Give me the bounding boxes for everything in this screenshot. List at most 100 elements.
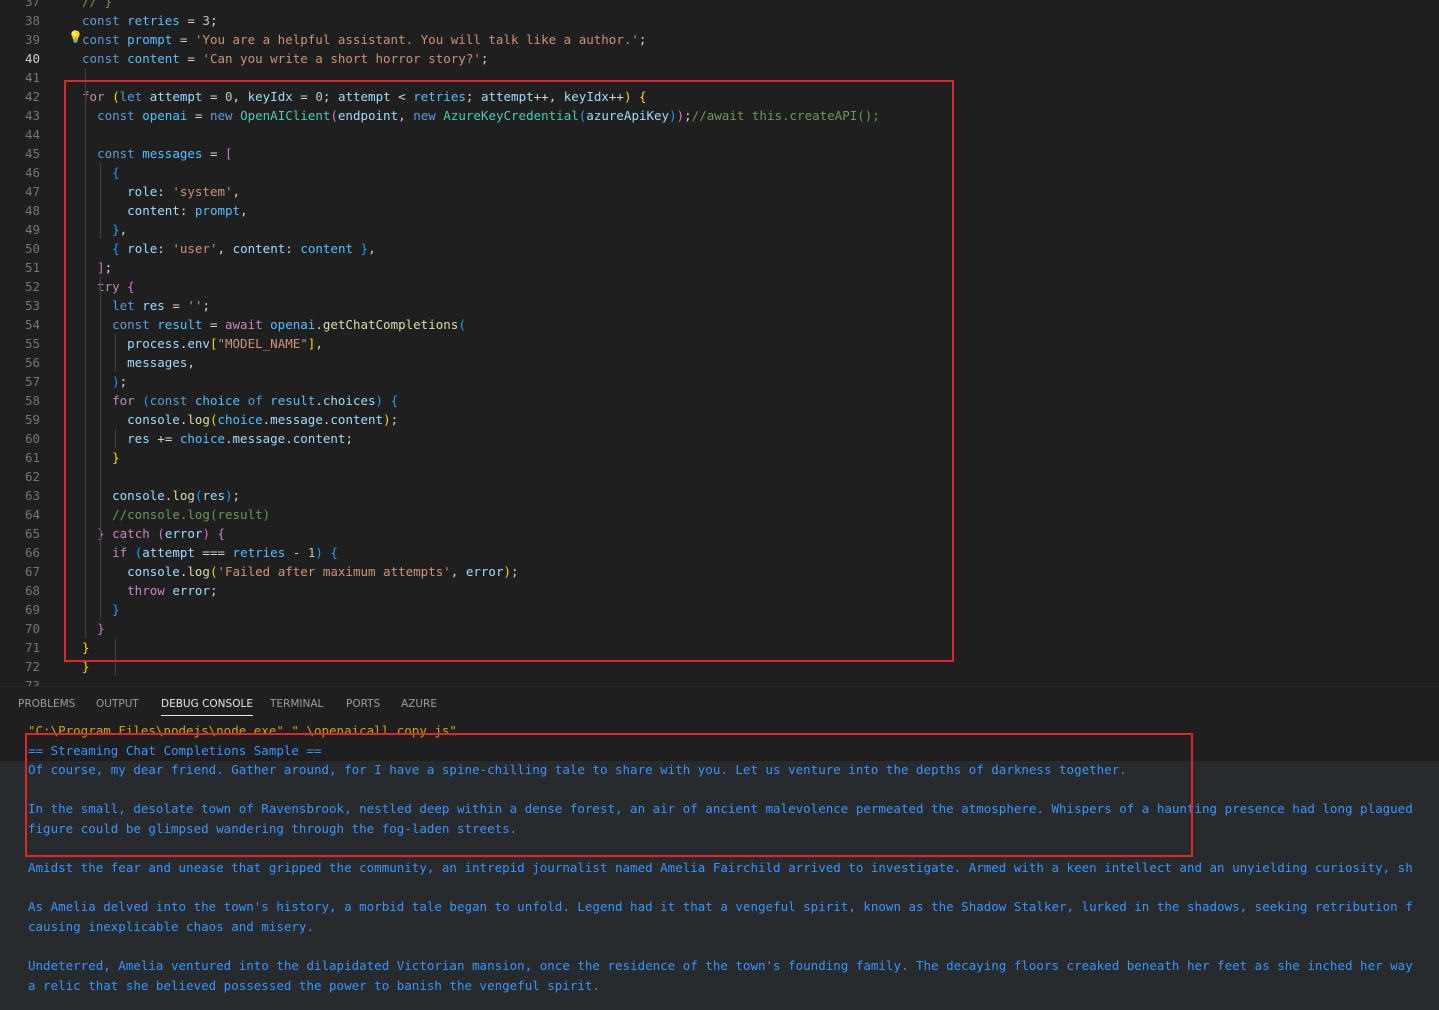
code-line[interactable]: 48 content: prompt, <box>0 201 1439 220</box>
code-token: error <box>164 526 203 541</box>
code-line[interactable]: 54 const result = await openai.getChatCo… <box>0 315 1439 334</box>
tab-problems[interactable]: PROBLEMS <box>18 698 75 710</box>
code-line[interactable]: 70 } <box>0 619 1439 638</box>
tab-debug-console[interactable]: DEBUG CONSOLE <box>161 698 253 716</box>
code-token: res <box>142 298 165 313</box>
line-number: 64 <box>24 507 40 522</box>
code-line[interactable]: 57 ); <box>0 372 1439 391</box>
code-line[interactable]: 47 role: 'system', <box>0 182 1439 201</box>
code-token: = <box>187 108 210 123</box>
code-token: ) <box>503 564 512 579</box>
code-line[interactable]: 58 for (const choice of result.choices) … <box>0 391 1439 410</box>
code-token: ) <box>202 526 210 541</box>
code-token: ] <box>97 260 105 275</box>
code-line[interactable]: 62 <box>0 467 1439 486</box>
code-token: message <box>270 412 323 427</box>
code-line[interactable]: 55 process.env["MODEL_NAME"], <box>0 334 1439 353</box>
code-token: ; <box>119 374 128 389</box>
code-token: < <box>390 89 414 104</box>
code-editor[interactable]: 37 // } 38 const retries = 3; 39 const prompt… <box>0 0 1439 686</box>
tab-ports[interactable]: PORTS <box>346 698 380 710</box>
code-line[interactable]: 59 console.log(choice.message.content); <box>0 410 1439 429</box>
code-token: azureApiKey <box>586 108 670 123</box>
line-number: 50 <box>24 241 40 256</box>
code-line[interactable]: 50 { role: 'user', content: content }, <box>0 239 1439 258</box>
lightbulb-icon[interactable]: 💡 <box>68 31 83 43</box>
code-token: = <box>202 146 226 161</box>
code-line[interactable]: 45 const messages = [ <box>0 144 1439 163</box>
line-number: 59 <box>24 412 40 427</box>
code-token: ) <box>225 488 233 503</box>
code-token: { <box>217 526 226 541</box>
console-line: causing inexplicable chaos and misery. <box>28 919 314 934</box>
console-line: a relic that she believed possessed the … <box>28 977 600 993</box>
code-token: //console.log(result) <box>112 507 271 522</box>
code-line[interactable]: 52 try { <box>0 277 1439 296</box>
code-line[interactable]: 51 ]; <box>0 258 1439 277</box>
code-token: try <box>97 279 128 294</box>
code-token: keyIdx <box>247 89 293 104</box>
code-line[interactable]: 69 } <box>0 600 1439 619</box>
indent-guide <box>115 334 116 372</box>
code-line[interactable]: 46 { <box>0 163 1439 182</box>
code-token: { <box>390 393 399 408</box>
code-line[interactable]: 42 for (let attempt = 0, keyIdx = 0; atte… <box>0 87 1439 106</box>
line-number: 48 <box>24 203 40 218</box>
code-token: let <box>112 298 143 313</box>
code-line[interactable]: 64 //console.log(result) <box>0 505 1439 524</box>
code-token: [ <box>225 146 233 161</box>
code-token: } <box>112 222 120 237</box>
code-token: attempt <box>337 89 391 104</box>
code-token: log <box>187 412 210 427</box>
code-token: ; <box>209 583 218 598</box>
code-token: } <box>360 241 369 256</box>
code-token: retries <box>232 545 286 560</box>
code-token: content <box>330 412 384 427</box>
code-token: ( <box>458 317 466 332</box>
code-token: content <box>127 51 180 66</box>
code-line[interactable]: 68 throw error; <box>0 581 1439 600</box>
code-token: let <box>119 89 150 104</box>
code-token: result <box>270 393 316 408</box>
line-number: 45 <box>24 146 40 161</box>
code-line[interactable]: 67 console.log('Failed after maximum att… <box>0 562 1439 581</box>
code-line[interactable]: 37 // } <box>0 0 1439 11</box>
code-line[interactable]: 49 }, <box>0 220 1439 239</box>
code-text: }, <box>82 220 127 239</box>
code-line[interactable]: 43 const openai = new OpenAIClient(endpo… <box>0 106 1439 125</box>
line-number: 61 <box>24 450 40 465</box>
code-line[interactable]: 72} <box>0 657 1439 676</box>
code-line[interactable]: 44 <box>0 125 1439 144</box>
code-token: ; <box>104 260 113 275</box>
code-token: = <box>164 298 188 313</box>
code-line[interactable]: 39 const prompt = 'You are a helpful assi… <box>0 30 1439 49</box>
code-line[interactable]: 41 <box>0 68 1439 87</box>
code-token: prompt <box>194 203 241 218</box>
code-token: ++ <box>608 89 624 104</box>
code-token: , <box>187 355 195 370</box>
code-line[interactable]: 53 let res = ''; <box>0 296 1439 315</box>
code-text: //console.log(result) <box>82 505 270 524</box>
code-line[interactable]: 56 messages, <box>0 353 1439 372</box>
code-line[interactable]: 66 if (attempt === retries - 1) { <box>0 543 1439 562</box>
code-line[interactable]: 63 console.log(res); <box>0 486 1439 505</box>
code-line[interactable]: 38 const retries = 3; <box>0 11 1439 30</box>
code-line[interactable]: 60 res += choice.message.content; <box>0 429 1439 448</box>
code-token: const <box>149 393 195 408</box>
code-text: const content = 'Can you write a short h… <box>82 49 488 68</box>
tab-output[interactable]: OUTPUT <box>96 698 139 710</box>
tab-terminal[interactable]: TERMINAL <box>270 698 323 710</box>
tab-azure[interactable]: AZURE <box>401 698 437 710</box>
code-token: log <box>187 564 210 579</box>
code-line[interactable]: 65 } catch (error) { <box>0 524 1439 543</box>
line-number: 58 <box>24 393 40 408</box>
code-line[interactable]: 61 } <box>0 448 1439 467</box>
code-text: const retries = 3; <box>82 11 217 30</box>
indent-guide <box>115 429 116 448</box>
code-line[interactable]: 71} <box>0 638 1439 657</box>
code-line[interactable]: 73 <box>0 676 1439 686</box>
code-line[interactable]: 40 const content = 'Can you write a short… <box>0 49 1439 68</box>
